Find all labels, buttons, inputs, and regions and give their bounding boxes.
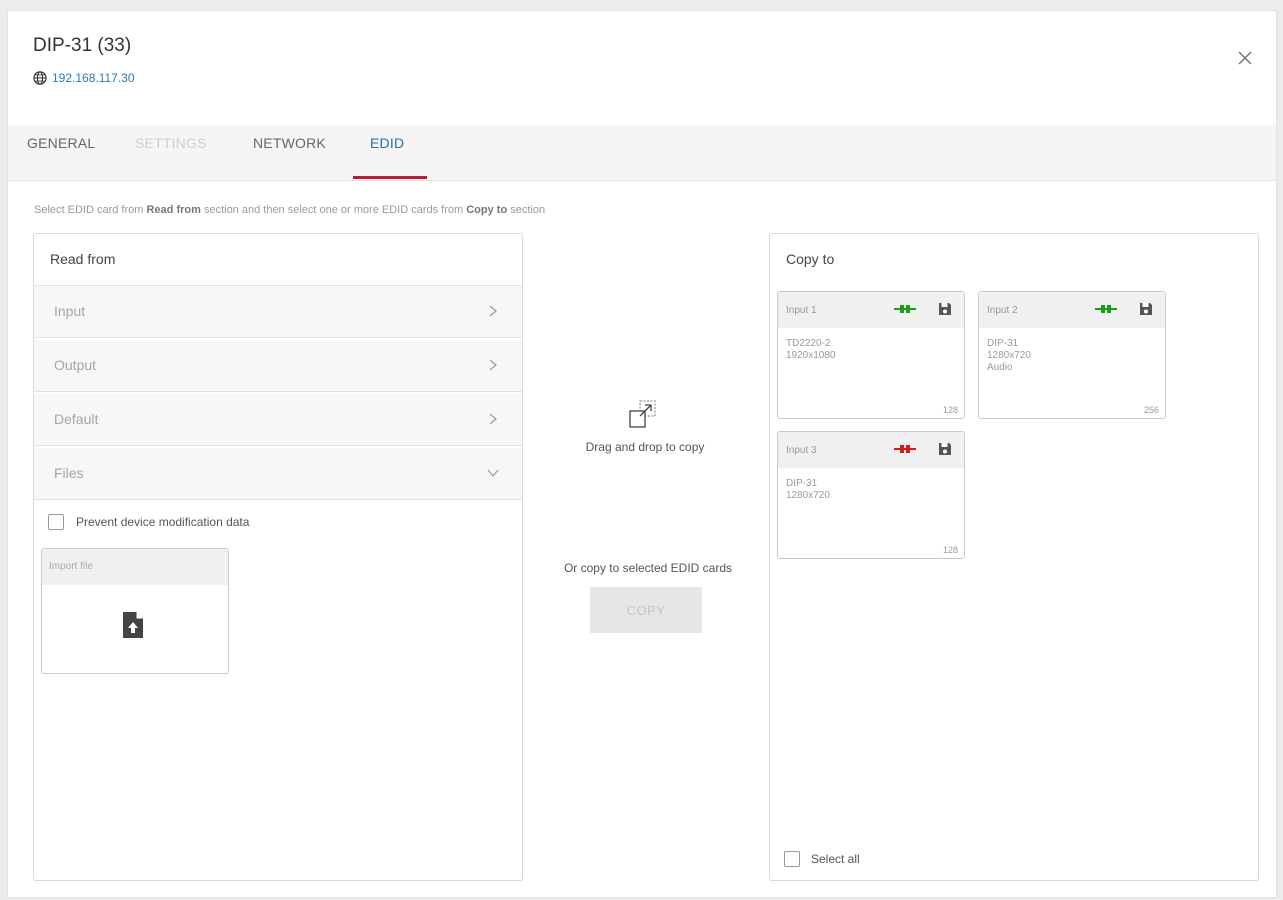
card-resolution: 1280x720 xyxy=(987,350,1031,361)
card-title: Input 3 xyxy=(786,445,817,456)
edid-card-input-1[interactable]: Input 1 TD2220-2 1920x1080 128 xyxy=(777,291,965,419)
edid-card-input-2[interactable]: Input 2 DIP-31 1280x720 Audio 256 xyxy=(978,291,1166,419)
read-from-header: Read from xyxy=(34,234,522,286)
accordion-input[interactable]: Input xyxy=(34,286,522,338)
accordion-files[interactable]: Files xyxy=(34,448,522,500)
close-icon[interactable] xyxy=(1234,47,1256,69)
select-all-checkbox[interactable] xyxy=(784,851,800,867)
hint-part-2: section and then select one or more EDID… xyxy=(200,204,467,216)
import-file-label: Import file xyxy=(49,561,93,572)
hint-part-1: Select EDID card from xyxy=(34,204,147,216)
card-audio: Audio xyxy=(987,362,1013,373)
card-size: 256 xyxy=(1143,405,1159,415)
card-header: Input 1 xyxy=(778,292,964,328)
card-title: Input 1 xyxy=(786,305,817,316)
card-title: Input 2 xyxy=(987,305,1018,316)
import-file-header: Import file xyxy=(42,549,228,585)
edid-dialog: DIP-31 (33) 192.168.117.30 GENERAL SETTI… xyxy=(7,10,1277,898)
select-all-label: Select all xyxy=(811,852,860,866)
accordion-output[interactable]: Output xyxy=(34,340,522,392)
chevron-right-icon xyxy=(489,413,497,425)
ip-row: 192.168.117.30 xyxy=(33,71,135,85)
accordion-input-label: Input xyxy=(54,303,86,319)
hint-bold-read-from: Read from xyxy=(146,204,201,216)
card-size: 128 xyxy=(942,405,958,415)
hint-bold-copy-to: Copy to xyxy=(466,204,508,216)
copy-to-panel: Copy to Input 1 TD2220-2 1920x1080 128 I… xyxy=(769,233,1259,881)
save-icon[interactable] xyxy=(1139,302,1153,316)
file-upload-icon xyxy=(123,612,143,638)
save-icon[interactable] xyxy=(938,442,952,456)
instruction-text: Select EDID card from Read from section … xyxy=(34,204,545,216)
tab-edid[interactable]: EDID xyxy=(370,135,404,151)
edid-card-input-3[interactable]: Input 3 DIP-31 1280x720 128 xyxy=(777,431,965,559)
card-header: Input 3 xyxy=(778,432,964,468)
connection-status-icon xyxy=(894,305,916,313)
prevent-modification-checkbox[interactable] xyxy=(48,514,64,530)
accordion-files-label: Files xyxy=(54,465,84,481)
tab-bar xyxy=(8,125,1276,181)
copy-button[interactable]: COPY xyxy=(590,587,702,633)
accordion-default[interactable]: Default xyxy=(34,394,522,446)
card-resolution: 1920x1080 xyxy=(786,350,836,361)
tab-network[interactable]: NETWORK xyxy=(253,135,326,151)
read-from-title: Read from xyxy=(50,251,116,267)
card-source: DIP-31 xyxy=(987,338,1019,349)
accordion-default-label: Default xyxy=(54,411,99,427)
tab-settings: SETTINGS xyxy=(135,135,207,151)
prevent-modification-label: Prevent device modification data xyxy=(76,515,250,529)
chevron-right-icon xyxy=(489,359,497,371)
or-copy-text: Or copy to selected EDID cards xyxy=(563,561,733,575)
chevron-right-icon xyxy=(489,305,497,317)
import-file-card[interactable]: Import file xyxy=(41,548,229,674)
dialog-header: DIP-31 (33) 192.168.117.30 xyxy=(8,11,1276,125)
drag-drop-text: Drag and drop to copy xyxy=(585,440,705,454)
copy-to-title: Copy to xyxy=(786,251,835,267)
card-header: Input 2 xyxy=(979,292,1165,328)
save-icon[interactable] xyxy=(938,302,952,316)
card-source: TD2220-2 xyxy=(786,338,831,349)
card-size: 128 xyxy=(942,545,958,555)
read-from-panel: Read from Input Output Default Files Pre… xyxy=(33,233,523,881)
hint-part-3: section xyxy=(507,204,546,216)
active-tab-underline xyxy=(353,176,427,179)
drag-drop-icon xyxy=(629,400,656,428)
device-ip-link[interactable]: 192.168.117.30 xyxy=(52,71,135,85)
connection-status-icon xyxy=(894,445,916,453)
card-resolution: 1280x720 xyxy=(786,490,830,501)
device-title: DIP-31 (33) xyxy=(33,35,132,56)
globe-icon xyxy=(33,71,47,85)
tab-general[interactable]: GENERAL xyxy=(27,135,95,151)
connection-status-icon xyxy=(1095,305,1117,313)
card-source: DIP-31 xyxy=(786,478,818,489)
chevron-down-icon xyxy=(487,469,499,477)
accordion-output-label: Output xyxy=(54,357,97,373)
